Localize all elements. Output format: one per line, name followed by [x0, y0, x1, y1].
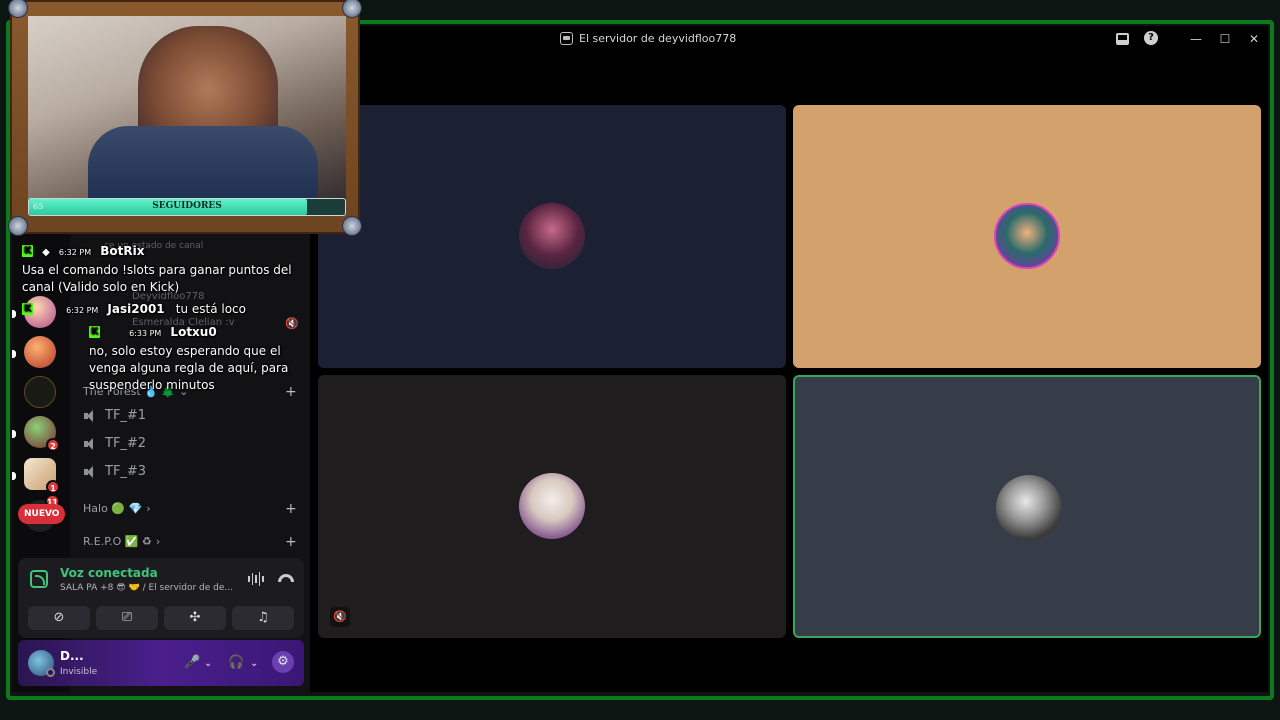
activities-icon: ✣ [189, 610, 201, 625]
inbox-button[interactable] [1114, 31, 1130, 47]
username[interactable]: D... [60, 649, 84, 663]
followers-label: SEGUIDORES [152, 201, 222, 211]
window-title: El servidor de deyvidfloo778 [579, 32, 737, 45]
server-icon[interactable] [24, 376, 56, 408]
screen-share-button[interactable]: ⎚ [96, 606, 158, 630]
screen-share-icon: ⎚ [121, 610, 133, 625]
soundboard-icon: ♫ [257, 610, 269, 625]
new-badge[interactable]: NUEVO [18, 504, 66, 524]
chevron-right-icon: › [155, 535, 161, 548]
category-label: R.E.P.O ✅ ♻ [83, 535, 152, 548]
participant-tile[interactable] [318, 105, 786, 368]
participant-avatar[interactable] [994, 203, 1060, 269]
window-title-group: El servidor de deyvidfloo778 [560, 32, 736, 45]
chevron-down-icon[interactable]: ⌄ [204, 658, 212, 669]
connection-signal-icon[interactable] [30, 570, 48, 588]
webcam-frame: 65 SEGUIDORES 75 [8, 0, 362, 236]
speaker-icon [84, 437, 98, 450]
voice-channel-tf3[interactable]: TF_#3 [84, 464, 146, 479]
unread-pill [12, 310, 16, 318]
frame-corner [8, 216, 28, 236]
muted-mic-icon: 🔇 [330, 607, 350, 627]
voice-status[interactable]: Voz conectada [60, 566, 158, 580]
unread-pill [12, 350, 16, 358]
category-label: Halo 🟢 💎 [83, 502, 143, 515]
camera-off-icon: ⊘ [53, 610, 65, 625]
help-icon: ? [1144, 31, 1158, 45]
maximize-button[interactable]: ☐ [1217, 31, 1233, 47]
voice-channel-icon [560, 32, 573, 45]
user-panel: D... Invisible 🎤 ⌄ 🎧 ⌄ ⚙ [18, 640, 304, 686]
voice-member: Esmeralda Clelian :v [132, 317, 235, 328]
help-button[interactable]: ? [1144, 31, 1160, 47]
noise-suppression-icon[interactable] [248, 572, 264, 586]
channel-status-hint: ce un estado de canal [104, 241, 204, 251]
gear-icon[interactable]: ⚙ [272, 651, 294, 673]
inbox-icon [1116, 33, 1129, 45]
status-indicator [46, 668, 55, 677]
channel-label: TF_#2 [105, 436, 147, 451]
participant-tile[interactable] [793, 105, 1261, 368]
chevron-down-icon[interactable]: ⌄ [250, 658, 258, 669]
channel-label: TF_#1 [105, 408, 147, 423]
add-channel-icon[interactable]: + [285, 534, 297, 550]
unread-pill [12, 430, 16, 438]
voice-connection-panel: Voz conectada SALA PA +8 😎 🤝 / El servid… [18, 558, 304, 638]
camera-button[interactable]: ⊘ [28, 606, 90, 630]
participant-avatar[interactable] [519, 203, 585, 269]
chevron-down-icon: ⌄ [179, 385, 189, 398]
voice-member: Deyvidfloo778 [132, 291, 205, 302]
microphone-icon[interactable]: 🎤 [184, 655, 200, 670]
speaker-icon [84, 409, 98, 422]
screen: El servidor de deyvidfloo778 ? — ☐ ✕ 2 1… [0, 0, 1280, 720]
channel-label: TF_#3 [105, 464, 147, 479]
voice-channel-tf2[interactable]: TF_#2 [84, 436, 146, 451]
server-icon[interactable]: 1 [24, 458, 60, 494]
category-label: The Forest 💧 🌲 [83, 385, 176, 398]
soundboard-button[interactable]: ♫ [232, 606, 294, 630]
close-button[interactable]: ✕ [1246, 31, 1262, 47]
unread-pill [12, 472, 16, 480]
minimize-button[interactable]: — [1188, 31, 1204, 47]
category-halo[interactable]: Halo 🟢 💎 › + [83, 501, 297, 517]
user-status-text: Invisible [60, 667, 98, 677]
followers-max: 75 [330, 202, 341, 211]
participant-avatar[interactable] [519, 473, 585, 539]
server-icon[interactable]: 2 [24, 416, 60, 452]
mention-badge: 1 [46, 480, 60, 494]
frame-corner [342, 0, 362, 18]
muted-icon: 🔇 [285, 317, 299, 330]
activities-button[interactable]: ✣ [164, 606, 226, 630]
category-the-forest[interactable]: The Forest 💧 🌲 ⌄ + [83, 384, 297, 400]
frame-corner [342, 216, 362, 236]
mention-badge: 2 [46, 438, 60, 452]
add-channel-icon[interactable]: + [285, 384, 297, 400]
disconnect-icon[interactable] [278, 574, 294, 582]
participant-avatar[interactable] [996, 475, 1062, 541]
webcam-feed [28, 16, 346, 206]
participant-tile-speaking[interactable] [793, 375, 1261, 638]
server-icon[interactable] [24, 336, 56, 368]
chevron-right-icon: › [146, 502, 151, 515]
add-channel-icon[interactable]: + [285, 501, 297, 517]
speaker-icon [84, 465, 98, 478]
headphones-icon[interactable]: 🎧 [228, 655, 244, 670]
server-icon[interactable] [24, 296, 56, 328]
voice-channel-tf1[interactable]: TF_#1 [84, 408, 146, 423]
voice-channel-name[interactable]: SALA PA +8 😎 🤝 / El servidor de de... [60, 583, 233, 593]
participant-tile[interactable]: 🔇 [318, 375, 786, 638]
frame-corner [8, 0, 28, 18]
category-repo[interactable]: R.E.P.O ✅ ♻ › + [83, 534, 297, 550]
followers-progress-bar: 65 SEGUIDORES 75 [28, 198, 346, 216]
